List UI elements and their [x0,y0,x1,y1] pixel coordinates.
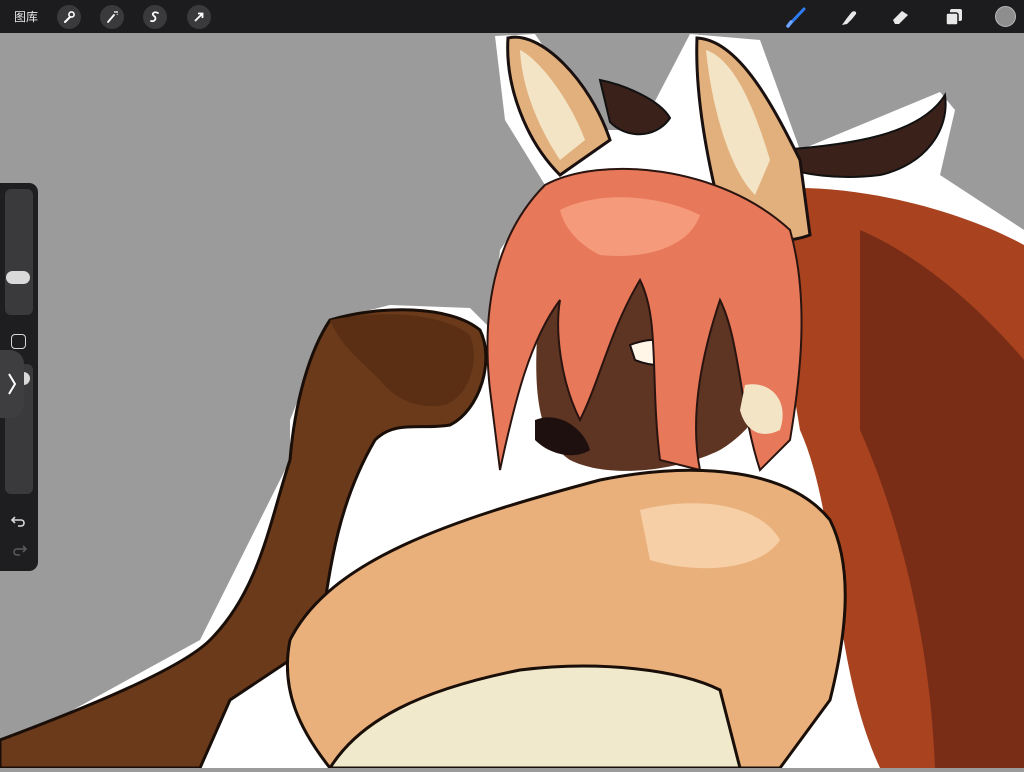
layers-icon [945,9,962,26]
arrow-cursor-icon [194,12,204,22]
undo-icon [10,516,25,527]
brush-icon [786,7,806,28]
artwork-illustration [0,34,1024,770]
modify-button[interactable] [11,334,26,349]
gallery-link[interactable]: 图库 [14,8,38,25]
brush-size-knob[interactable] [6,271,30,284]
eraser-tool-button[interactable] [888,5,914,29]
chevron-right-icon [8,373,17,395]
eraser-icon [893,11,908,24]
magic-wand-icon [107,11,119,23]
brush-tool-button[interactable] [784,5,810,29]
selection-s-icon [150,11,159,23]
actions-button[interactable] [57,5,81,29]
layers-button[interactable] [941,5,967,29]
sidebar-collapse-tab[interactable] [0,350,24,418]
top-toolbar: 图库 [0,0,1024,33]
undo-button[interactable] [9,513,29,529]
smudge-finger-icon [842,11,857,25]
brush-size-slider[interactable] [5,189,33,315]
smudge-tool-button[interactable] [836,5,862,29]
drawing-canvas[interactable] [0,33,1024,770]
redo-icon [13,545,28,556]
wrench-icon [64,11,75,23]
transform-button[interactable] [187,5,211,29]
redo-button[interactable] [9,542,29,558]
selection-button[interactable] [143,5,167,29]
color-picker-button[interactable] [995,6,1016,27]
adjustments-button[interactable] [100,5,124,29]
